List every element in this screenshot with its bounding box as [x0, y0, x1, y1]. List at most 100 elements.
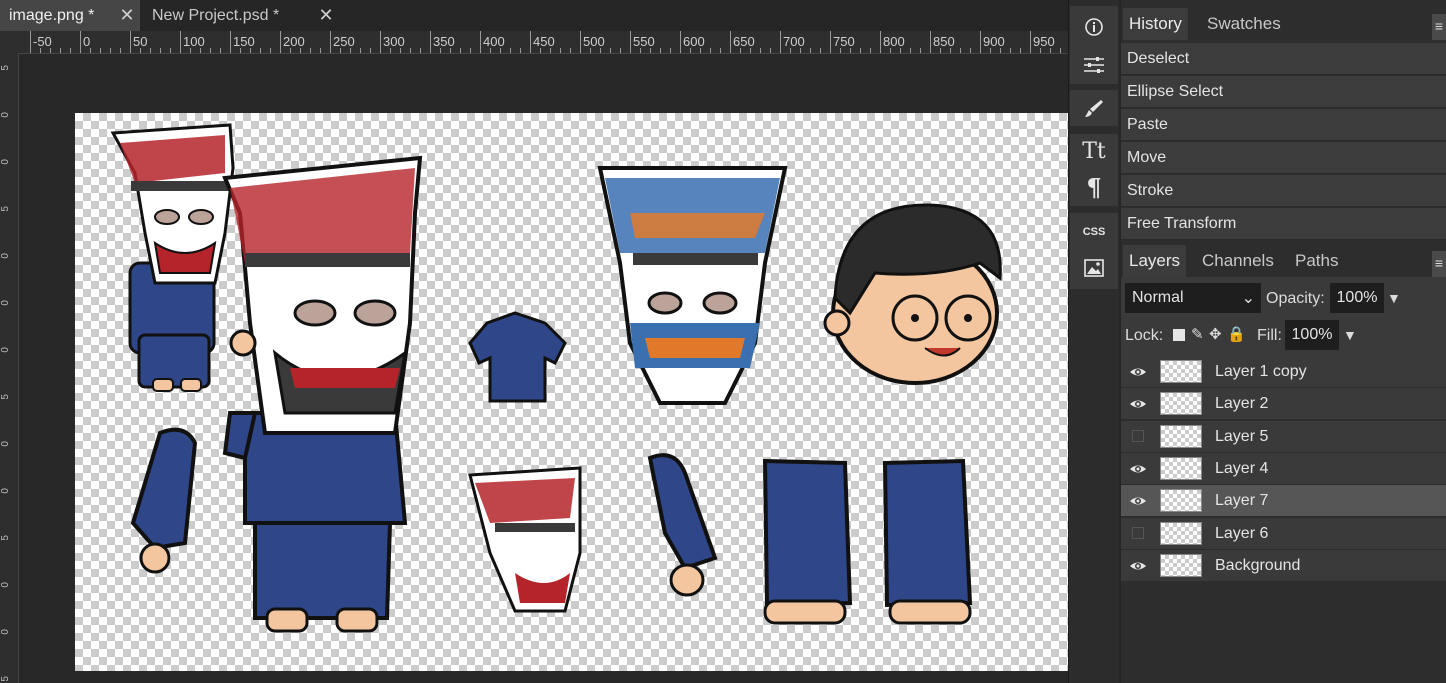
history-item[interactable]: Stroke	[1121, 175, 1446, 207]
ruler-tick	[580, 31, 581, 53]
lock-transparency-icon[interactable]	[1173, 329, 1185, 341]
small-character-sprite	[110, 123, 235, 392]
brush-icon[interactable]	[1070, 91, 1118, 125]
lock-move-icon[interactable]: ✥	[1209, 325, 1222, 343]
paragraph-icon[interactable]: ¶	[1070, 170, 1118, 204]
workspace[interactable]	[19, 54, 1068, 683]
ruler-tick	[530, 31, 531, 53]
css-icon[interactable]: CSS	[1070, 215, 1118, 249]
tab-swatches[interactable]: Swatches	[1201, 8, 1287, 40]
ruler-minor-tick	[100, 48, 101, 53]
layer-row[interactable]: Layer 6	[1121, 517, 1446, 550]
large-character-sprite	[222, 155, 423, 633]
history-item[interactable]: Move	[1121, 142, 1446, 174]
history-item[interactable]: Paste	[1121, 109, 1446, 141]
canvas[interactable]	[75, 113, 1068, 671]
adjust-icon[interactable]	[1070, 48, 1118, 82]
eye-icon[interactable]	[1129, 460, 1147, 478]
tab-new-project[interactable]: New Project.psd * ✕	[143, 0, 339, 31]
visibility-toggle[interactable]	[1132, 526, 1144, 539]
ruler-label: 0	[0, 300, 11, 306]
ruler-minor-tick	[690, 48, 691, 53]
eye-icon[interactable]	[1129, 492, 1147, 510]
ruler-minor-tick	[140, 48, 141, 53]
fill-label: Fill:	[1257, 327, 1282, 344]
ruler-label: 500	[583, 34, 605, 49]
ruler-minor-tick	[820, 48, 821, 53]
opacity-label: Opacity:	[1266, 290, 1325, 307]
history-item[interactable]: Ellipse Select	[1121, 76, 1446, 108]
opacity-input[interactable]: 100%	[1330, 283, 1384, 313]
close-icon[interactable]: ✕	[313, 5, 339, 26]
ruler-minor-tick	[290, 48, 291, 53]
ruler-label: 800	[883, 34, 905, 49]
ruler-minor-tick	[700, 48, 701, 53]
ruler-label: 750	[833, 34, 855, 49]
ruler-minor-tick	[390, 48, 391, 53]
text-icon[interactable]: Tt	[1070, 134, 1118, 168]
ruler-label: 5	[0, 394, 11, 400]
tool-group-brush	[1070, 90, 1118, 126]
close-icon[interactable]: ✕	[114, 5, 140, 26]
history-item[interactable]: Deselect	[1121, 43, 1446, 75]
ruler-minor-tick	[720, 48, 721, 53]
ruler-label: 0	[0, 347, 11, 353]
ruler-label: 200	[283, 34, 305, 49]
opacity-dropdown-icon[interactable]: ▼	[1387, 290, 1401, 306]
blend-mode-select[interactable]: Normal ⌄	[1125, 283, 1261, 313]
ruler-minor-tick	[600, 48, 601, 53]
ruler-label: 150	[233, 34, 255, 49]
ruler-minor-tick	[400, 48, 401, 53]
eye-icon[interactable]	[1129, 557, 1147, 575]
shirt-sprite	[468, 311, 567, 403]
ruler-label: 700	[783, 34, 805, 49]
ruler-minor-tick	[340, 48, 341, 53]
ruler-label: 0	[83, 34, 91, 49]
ruler-minor-tick	[490, 48, 491, 53]
layers-menu-icon[interactable]: ≡	[1432, 251, 1446, 277]
ruler-minor-tick	[510, 48, 511, 53]
layer-thumbnail	[1160, 489, 1202, 513]
ruler-label: 400	[483, 34, 505, 49]
ruler-minor-tick	[240, 48, 241, 53]
fill-dropdown-icon[interactable]: ▼	[1343, 327, 1357, 343]
ruler-label: 450	[533, 34, 555, 49]
ruler-tick	[180, 31, 181, 53]
layer-row[interactable]: Layer 4	[1121, 452, 1446, 485]
ruler-minor-tick	[850, 48, 851, 53]
ruler-minor-tick	[910, 48, 911, 53]
ruler-label: 5	[0, 676, 11, 682]
eye-icon[interactable]	[1129, 395, 1147, 413]
layer-thumbnail	[1160, 392, 1202, 416]
layer-row[interactable]: Layer 5	[1121, 420, 1446, 453]
ruler-label: 0	[0, 488, 11, 494]
layer-thumbnail	[1160, 424, 1202, 448]
lock-paint-icon[interactable]: ✎	[1191, 325, 1204, 343]
info-icon[interactable]	[1070, 10, 1118, 44]
visibility-toggle[interactable]	[1132, 429, 1144, 442]
ruler-tick	[280, 31, 281, 53]
layer-row[interactable]: Layer 2	[1121, 388, 1446, 421]
ruler-label: 0	[0, 441, 11, 447]
layer-row[interactable]: Layer 1 copy	[1121, 356, 1446, 388]
tab-label: image.png *	[9, 6, 95, 24]
ruler-minor-tick	[370, 48, 371, 53]
layer-row[interactable]: Background	[1121, 549, 1446, 582]
tab-paths[interactable]: Paths	[1289, 245, 1344, 277]
history-menu-icon[interactable]: ≡	[1432, 14, 1446, 40]
ruler-label: 300	[383, 34, 405, 49]
ruler-minor-tick	[210, 48, 211, 53]
fill-input[interactable]: 100%	[1285, 320, 1339, 350]
tab-layers[interactable]: Layers	[1123, 245, 1187, 277]
tab-channels[interactable]: Channels	[1196, 245, 1280, 277]
image-icon[interactable]	[1070, 251, 1118, 285]
layer-row[interactable]: Layer 7	[1121, 485, 1446, 518]
history-item[interactable]: Free Transform	[1121, 208, 1446, 240]
eye-icon[interactable]	[1129, 363, 1147, 381]
tab-history[interactable]: History	[1123, 8, 1188, 40]
tool-group-misc: CSS	[1070, 213, 1118, 289]
ruler-tick	[1030, 31, 1031, 53]
tab-image-png[interactable]: image.png * ✕	[0, 0, 140, 31]
lock-all-icon[interactable]: 🔒	[1227, 325, 1246, 343]
ruler-minor-tick	[950, 48, 951, 53]
